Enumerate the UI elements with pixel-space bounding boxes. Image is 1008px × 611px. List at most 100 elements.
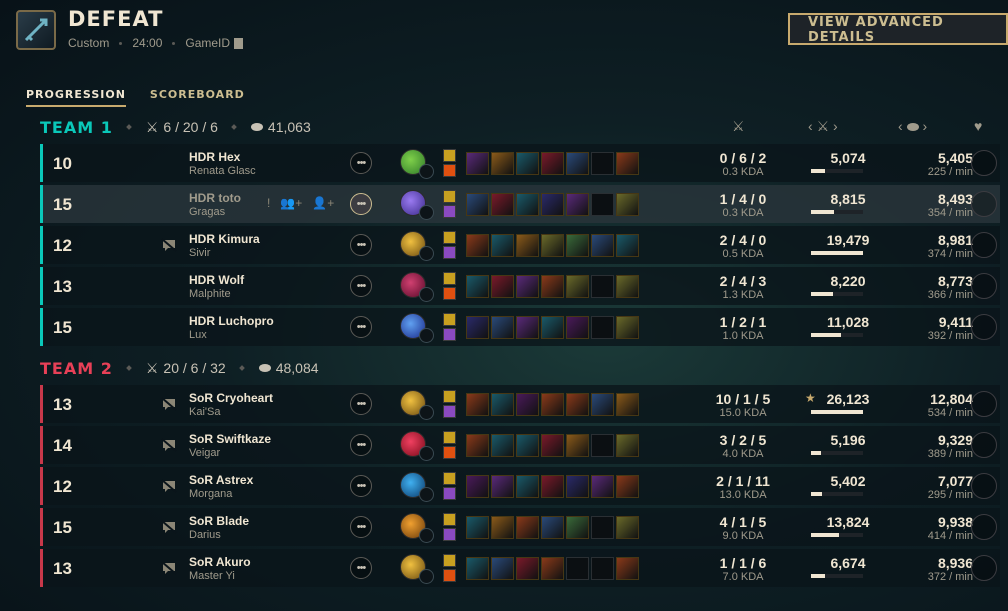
item-icon[interactable] bbox=[466, 316, 489, 339]
ward-slot[interactable] bbox=[971, 555, 997, 581]
item-icon[interactable] bbox=[541, 193, 564, 216]
summoner-spell-icon[interactable] bbox=[443, 431, 456, 444]
item-icon[interactable] bbox=[491, 275, 514, 298]
item-icon[interactable] bbox=[491, 393, 514, 416]
item-icon[interactable] bbox=[591, 475, 614, 498]
player-name[interactable]: SoR Akuro bbox=[189, 555, 251, 569]
tab-scoreboard[interactable]: SCOREBOARD bbox=[150, 88, 245, 107]
item-icon[interactable] bbox=[616, 234, 639, 257]
player-name[interactable]: SoR Cryoheart bbox=[189, 391, 273, 405]
summoner-spell-icon[interactable] bbox=[443, 287, 456, 300]
player-name[interactable]: HDR Kimura bbox=[189, 232, 260, 246]
item-icon[interactable] bbox=[516, 234, 539, 257]
item-icon[interactable] bbox=[566, 434, 589, 457]
item-icon[interactable] bbox=[616, 475, 639, 498]
player-name[interactable]: HDR toto bbox=[189, 191, 241, 205]
item-icon[interactable] bbox=[566, 316, 589, 339]
keystone-rune-icon[interactable] bbox=[419, 446, 434, 461]
ward-slot[interactable] bbox=[971, 391, 997, 417]
player-row[interactable]: 15 HDR Luchopro Lux ••• 1 / 2 / 1 1.0 KDA 11,0… bbox=[40, 308, 1000, 346]
player-row[interactable]: 15 SoR Blade Darius ••• 4 / 1 / 5 9.0 KDA 13,8… bbox=[40, 508, 1000, 546]
summoner-spell-icon[interactable] bbox=[443, 272, 456, 285]
item-icon[interactable] bbox=[591, 234, 614, 257]
more-options-button[interactable]: ••• bbox=[350, 557, 372, 579]
more-options-button[interactable]: ••• bbox=[350, 193, 372, 215]
summoner-spell-icon[interactable] bbox=[443, 487, 456, 500]
player-row[interactable]: 13 SoR Akuro Master Yi ••• 1 / 1 / 6 7.0 KDA 6… bbox=[40, 549, 1000, 587]
ward-slot[interactable] bbox=[971, 514, 997, 540]
player-name[interactable]: HDR Luchopro bbox=[189, 314, 274, 328]
item-icon[interactable] bbox=[466, 475, 489, 498]
summoner-spell-icon[interactable] bbox=[443, 205, 456, 218]
ward-slot[interactable] bbox=[971, 432, 997, 458]
item-icon[interactable] bbox=[616, 316, 639, 339]
item-icon[interactable] bbox=[566, 193, 589, 216]
item-icon[interactable] bbox=[491, 316, 514, 339]
player-name[interactable]: SoR Blade bbox=[189, 514, 249, 528]
more-options-button[interactable]: ••• bbox=[350, 316, 372, 338]
gold-column-header[interactable]: ‹ › bbox=[898, 118, 927, 134]
item-icon[interactable] bbox=[616, 152, 639, 175]
item-icon[interactable] bbox=[541, 516, 564, 539]
damage-column-header[interactable]: ‹ ⚔ › bbox=[808, 118, 838, 135]
summoner-spell-icon[interactable] bbox=[443, 472, 456, 485]
player-row[interactable]: 13 HDR Wolf Malphite ••• 2 / 4 / 3 1.3 KDA 8,2… bbox=[40, 267, 1000, 305]
summoner-spell-icon[interactable] bbox=[443, 313, 456, 326]
item-icon[interactable] bbox=[491, 475, 514, 498]
item-icon[interactable] bbox=[516, 434, 539, 457]
item-icon[interactable] bbox=[541, 475, 564, 498]
ward-slot[interactable] bbox=[971, 273, 997, 299]
report-icon[interactable]: ! bbox=[267, 196, 270, 210]
item-icon[interactable] bbox=[466, 234, 489, 257]
more-options-button[interactable]: ••• bbox=[350, 434, 372, 456]
item-icon[interactable] bbox=[466, 193, 489, 216]
invite-icon[interactable]: 👤+ bbox=[312, 196, 334, 210]
item-icon[interactable] bbox=[566, 234, 589, 257]
summoner-spell-icon[interactable] bbox=[443, 246, 456, 259]
summoner-spell-icon[interactable] bbox=[443, 554, 456, 567]
item-icon[interactable] bbox=[466, 516, 489, 539]
summoner-spell-icon[interactable] bbox=[443, 513, 456, 526]
tab-progression[interactable]: PROGRESSION bbox=[26, 88, 126, 107]
player-row[interactable]: 12 HDR Kimura Sivir ••• 2 / 4 / 0 0.5 KDA 19,4… bbox=[40, 226, 1000, 264]
item-icon[interactable] bbox=[516, 275, 539, 298]
item-icon[interactable] bbox=[566, 393, 589, 416]
item-icon[interactable] bbox=[491, 557, 514, 580]
player-name[interactable]: SoR Swiftkaze bbox=[189, 432, 271, 446]
item-icon[interactable] bbox=[516, 152, 539, 175]
item-icon[interactable] bbox=[466, 434, 489, 457]
item-icon[interactable] bbox=[591, 393, 614, 416]
view-advanced-details-button[interactable]: VIEW ADVANCED DETAILS bbox=[788, 13, 1008, 45]
ward-slot[interactable] bbox=[971, 232, 997, 258]
summoner-spell-icon[interactable] bbox=[443, 328, 456, 341]
summoner-spell-icon[interactable] bbox=[443, 446, 456, 459]
item-icon[interactable] bbox=[541, 152, 564, 175]
item-icon[interactable] bbox=[541, 234, 564, 257]
item-icon[interactable] bbox=[491, 234, 514, 257]
summoner-spell-icon[interactable] bbox=[443, 149, 456, 162]
item-icon[interactable] bbox=[616, 434, 639, 457]
item-icon[interactable] bbox=[566, 516, 589, 539]
keystone-rune-icon[interactable] bbox=[419, 287, 434, 302]
summoner-spell-icon[interactable] bbox=[443, 569, 456, 582]
item-icon[interactable] bbox=[541, 393, 564, 416]
item-icon[interactable] bbox=[466, 393, 489, 416]
item-icon[interactable] bbox=[516, 475, 539, 498]
player-name[interactable]: SoR Astrex bbox=[189, 473, 253, 487]
game-id-label[interactable]: GameID bbox=[185, 36, 230, 50]
item-icon[interactable] bbox=[541, 316, 564, 339]
item-icon[interactable] bbox=[491, 434, 514, 457]
player-row[interactable]: 13 SoR Cryoheart Kai'Sa ••• 10 / 1 / 5 15.0 K… bbox=[40, 385, 1000, 423]
ward-slot[interactable] bbox=[971, 150, 997, 176]
ward-slot[interactable] bbox=[971, 314, 997, 340]
item-icon[interactable] bbox=[566, 152, 589, 175]
chat-muted-icon[interactable] bbox=[161, 561, 177, 575]
keystone-rune-icon[interactable] bbox=[419, 246, 434, 261]
item-icon[interactable] bbox=[566, 475, 589, 498]
item-icon[interactable] bbox=[466, 275, 489, 298]
item-icon[interactable] bbox=[516, 393, 539, 416]
ward-slot[interactable] bbox=[971, 473, 997, 499]
item-icon[interactable] bbox=[616, 393, 639, 416]
item-icon[interactable] bbox=[516, 516, 539, 539]
item-icon[interactable] bbox=[616, 275, 639, 298]
